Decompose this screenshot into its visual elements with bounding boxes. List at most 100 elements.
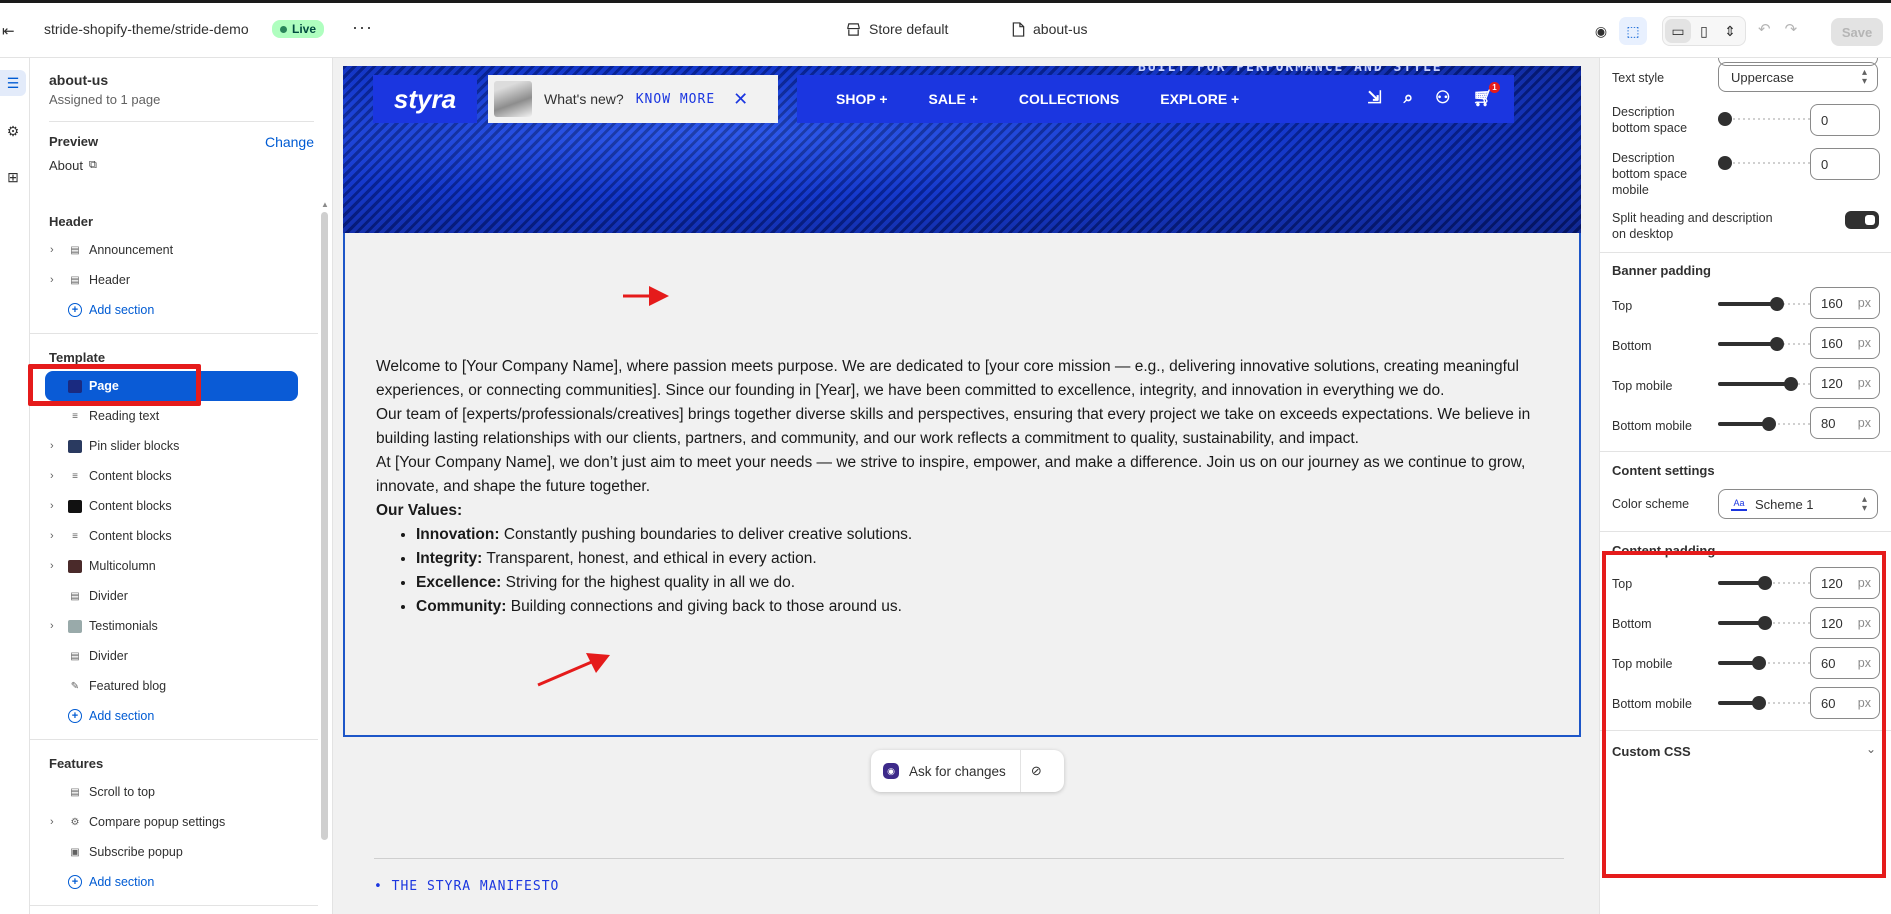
chevron-right-icon[interactable]: ›: [50, 620, 64, 632]
banner-top-slider[interactable]: [1718, 297, 1810, 311]
banner-top-mobile-input[interactable]: 120 px: [1810, 367, 1880, 399]
theme-settings-icon[interactable]: ⚙: [0, 118, 26, 144]
slider-knob[interactable]: [1718, 112, 1732, 126]
save-button[interactable]: Save: [1831, 18, 1883, 46]
chevron-right-icon[interactable]: ›: [50, 274, 64, 286]
add-section-template[interactable]: + Add section: [30, 701, 318, 731]
add-section-features[interactable]: + Add section: [30, 867, 318, 897]
color-scheme-label: Color scheme: [1612, 497, 1690, 511]
nav-shop[interactable]: SHOP +: [836, 91, 888, 107]
store-logo[interactable]: styra: [373, 75, 477, 123]
tree-item-testimonials[interactable]: › Testimonials: [30, 611, 318, 641]
text-style-select[interactable]: Uppercase ▴ ▾: [1718, 62, 1878, 92]
divider: [30, 739, 318, 740]
desktop-view-icon[interactable]: ▭: [1665, 19, 1691, 43]
split-toggle[interactable]: [1845, 211, 1879, 229]
page-content-section[interactable]: Welcome to [Your Company Name], where pa…: [343, 233, 1581, 737]
tree-item-announcement[interactable]: › ▤ Announcement: [30, 235, 318, 265]
hide-icon[interactable]: ⊘: [1031, 763, 1042, 779]
desc-bottom-input[interactable]: 0: [1810, 104, 1880, 136]
theme-name[interactable]: stride-shopify-theme/stride-demo: [44, 21, 249, 37]
more-actions-button[interactable]: ···: [352, 17, 373, 38]
page-icon: [1012, 21, 1025, 37]
mobile-view-icon[interactable]: ▯: [1691, 19, 1717, 43]
inspector-icon[interactable]: ⬚: [1619, 17, 1647, 45]
preview-page-link[interactable]: About ⧉: [30, 150, 332, 173]
desc-bottom-slider[interactable]: [1718, 112, 1810, 126]
slider-knob[interactable]: [1784, 377, 1798, 391]
left-rail: ☰ ⚙ ⊞: [0, 58, 30, 914]
store-selector[interactable]: Store default: [846, 21, 948, 37]
tree-item-label: Scroll to top: [89, 785, 156, 799]
tree-item-divider[interactable]: ▤ Divider: [30, 581, 318, 611]
account-icon[interactable]: ⚇: [1435, 88, 1450, 108]
nav-collections[interactable]: COLLECTIONS: [1019, 91, 1119, 107]
banner-bottom-label: Bottom: [1612, 339, 1652, 353]
banner-top-mobile-slider[interactable]: [1718, 377, 1810, 391]
ask-for-changes-bar[interactable]: ◉ Ask for changes ⊘: [871, 750, 1064, 792]
nav-sale[interactable]: SALE +: [929, 91, 978, 107]
sections-icon[interactable]: ☰: [0, 70, 26, 96]
chevron-right-icon[interactable]: ›: [50, 244, 64, 256]
page-label: about-us: [1033, 21, 1088, 37]
slider-knob[interactable]: [1718, 156, 1732, 170]
compare-icon[interactable]: ⇲: [1367, 88, 1381, 108]
slider-knob[interactable]: [1770, 337, 1784, 351]
banner-bottom-slider[interactable]: [1718, 337, 1810, 351]
scroll-up-icon[interactable]: ▲: [321, 200, 329, 209]
undo-icon[interactable]: ↶: [1758, 20, 1771, 38]
banner-top-input[interactable]: 160 px: [1810, 287, 1880, 319]
tree-item-label: Multicolumn: [89, 559, 156, 573]
chevron-right-icon[interactable]: ›: [50, 500, 64, 512]
tree-item-divider[interactable]: ▤ Divider: [30, 641, 318, 671]
scrollbar-thumb[interactable]: [321, 212, 328, 840]
top-bar: ⇤ stride-shopify-theme/stride-demo Live …: [0, 0, 1891, 58]
chevron-right-icon[interactable]: ›: [50, 530, 64, 542]
change-preview-link[interactable]: Change: [265, 134, 314, 150]
chevron-right-icon[interactable]: ›: [50, 816, 64, 828]
text-style-value: Uppercase: [1731, 69, 1794, 85]
add-section-label: Add section: [89, 303, 155, 317]
tree-item-content-blocks[interactable]: › ≡ Content blocks: [30, 461, 318, 491]
fullscreen-view-icon[interactable]: ⇕: [1717, 19, 1743, 43]
tree-item-compare-popup[interactable]: › ⚙ Compare popup settings: [30, 807, 318, 837]
know-more-link[interactable]: KNOW MORE: [636, 92, 715, 107]
banner-bottom-mobile-slider[interactable]: [1718, 417, 1810, 431]
page-selector[interactable]: about-us: [1012, 21, 1087, 37]
tree-item-label: Reading text: [89, 409, 160, 423]
desc-bottom-mobile-input[interactable]: 0: [1810, 148, 1880, 180]
blog-section-icon: ✎: [70, 680, 80, 692]
chevron-right-icon[interactable]: ›: [50, 560, 64, 572]
redo-icon[interactable]: ↷: [1785, 20, 1798, 38]
viewport-toggle: ▭ ▯ ⇕: [1662, 16, 1746, 46]
tree-item-multicolumn[interactable]: › Multicolumn: [30, 551, 318, 581]
tree-item-pin-slider[interactable]: › Pin slider blocks: [30, 431, 318, 461]
apps-icon[interactable]: ⊞: [0, 164, 26, 190]
exit-icon[interactable]: ⇤: [2, 22, 15, 40]
search-icon[interactable]: ⌕: [1404, 88, 1414, 108]
gear-icon: ⚙: [70, 816, 80, 828]
tree-item-content-blocks[interactable]: › Content blocks: [30, 491, 318, 521]
close-icon[interactable]: ✕: [733, 89, 748, 110]
color-scheme-select[interactable]: Aa Scheme 1 ▴ ▾: [1718, 489, 1878, 519]
ai-assistant-icon[interactable]: ◉: [1587, 17, 1615, 45]
section-icon: ▤: [70, 244, 80, 256]
nav-explore[interactable]: EXPLORE +: [1160, 91, 1239, 107]
tree-item-featured-blog[interactable]: ✎ Featured blog: [30, 671, 318, 701]
tree-item-header[interactable]: › ▤ Header: [30, 265, 318, 295]
chevron-right-icon[interactable]: ›: [50, 440, 64, 452]
add-section-header[interactable]: + Add section: [30, 295, 318, 325]
cart-icon[interactable]: 🛒︎ 1: [1472, 82, 1500, 108]
desc-bottom-mobile-slider[interactable]: [1718, 156, 1810, 170]
ask-label[interactable]: Ask for changes: [909, 764, 1006, 779]
sidebar-scrollbar[interactable]: ▲: [321, 200, 329, 900]
slider-knob[interactable]: [1762, 417, 1776, 431]
banner-bottom-mobile-input[interactable]: 80 px: [1810, 407, 1880, 439]
tree-item-content-blocks[interactable]: › ≡ Content blocks: [30, 521, 318, 551]
tree-item-scroll-to-top[interactable]: ▤ Scroll to top: [30, 777, 318, 807]
chevron-right-icon[interactable]: ›: [50, 470, 64, 482]
slider-knob[interactable]: [1770, 297, 1784, 311]
banner-bottom-input[interactable]: 160 px: [1810, 327, 1880, 359]
group-label-features: Features: [49, 756, 104, 771]
tree-item-subscribe-popup[interactable]: ▣ Subscribe popup: [30, 837, 318, 867]
